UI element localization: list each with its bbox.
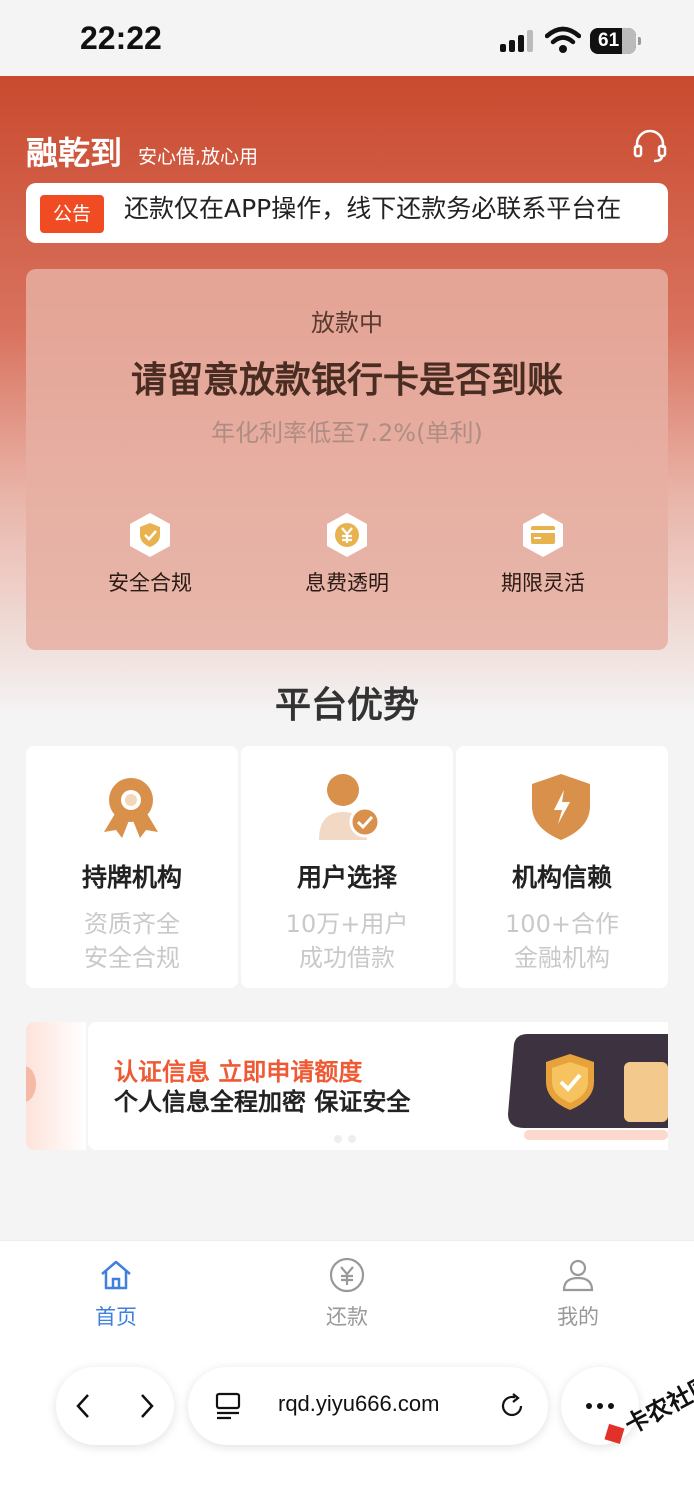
advantage-title: 持牌机构 — [81, 863, 182, 892]
tab-label: 我的 — [557, 1305, 599, 1329]
promo-subline: 个人信息全程加密 保证安全 — [114, 1088, 411, 1116]
advantage-desc: 100+合作 — [505, 910, 619, 938]
interest-rate-text: 年化利率低至7.2%(单利) — [211, 419, 483, 447]
loan-status-headline: 请留意放款银行卡是否到账 — [130, 360, 563, 401]
section-title-advantages: 平台优势 — [274, 685, 419, 726]
reload-icon[interactable] — [498, 1392, 526, 1420]
more-icon — [586, 1403, 614, 1409]
customer-service-icon[interactable] — [632, 128, 668, 164]
advantage-licensed: 持牌机构 资质齐全 安全合规 — [26, 746, 238, 988]
carousel-indicator — [334, 1128, 362, 1147]
feature-label: 安全合规 — [108, 571, 192, 595]
shield-illustration-icon — [508, 1034, 668, 1140]
yen-icon — [327, 513, 367, 557]
tab-mine[interactable]: 我的 — [518, 1257, 638, 1331]
user-icon — [562, 1259, 594, 1292]
feature-label: 息费透明 — [305, 571, 389, 595]
yen-circle-icon — [329, 1257, 365, 1293]
notice-tag: 公告 — [40, 195, 104, 233]
advantage-trusted: 机构信赖 100+合作 金融机构 — [456, 746, 668, 988]
promo-carousel[interactable]: 认证信息 立即申请额度 个人信息全程加密 保证安全 — [26, 1022, 668, 1150]
browser-url: rqd.yiyu666.com — [278, 1391, 440, 1416]
status-bar: 22:22 61 — [0, 0, 694, 76]
card-icon — [523, 513, 563, 557]
notice-bar[interactable]: 公告 还款仅在APP操作，线下还款务必联系平台在 — [26, 183, 668, 243]
user-check-icon — [319, 774, 381, 840]
advantage-desc: 成功借款 — [299, 944, 395, 972]
advantage-desc: 10万+用户 — [285, 910, 409, 938]
tabs-overview-icon[interactable] — [214, 1392, 242, 1420]
advantage-desc: 安全合规 — [84, 944, 180, 972]
notice-text: 还款仅在APP操作，线下还款务必联系平台在 — [124, 194, 622, 223]
tab-repay[interactable]: 还款 — [287, 1257, 407, 1331]
back-icon[interactable] — [74, 1391, 94, 1421]
prev-banner-slide — [26, 1022, 86, 1150]
medal-icon — [104, 778, 158, 838]
feature-compliance: 安全合规 — [80, 511, 220, 597]
loan-status-label: 放款中 — [311, 309, 383, 337]
browser-nav-group — [56, 1367, 174, 1445]
advantage-user-choice: 用户选择 10万+用户 成功借款 — [241, 746, 453, 988]
tab-label: 首页 — [95, 1305, 137, 1329]
advantage-title: 用户选择 — [296, 863, 397, 892]
advantage-desc: 资质齐全 — [84, 910, 180, 938]
feature-transparent-fees: 息费透明 — [277, 511, 417, 597]
loan-status-card: 放款中 请留意放款银行卡是否到账 年化利率低至7.2%(单利) 安全合规 息费透… — [26, 269, 668, 650]
shield-check-icon — [130, 513, 170, 557]
battery-icon: 61 — [590, 28, 641, 54]
tab-label: 还款 — [326, 1305, 368, 1329]
feature-flexible-term: 期限灵活 — [473, 511, 613, 597]
battery-level: 61 — [598, 30, 620, 51]
feature-label: 期限灵活 — [501, 571, 585, 595]
wifi-icon — [545, 26, 581, 53]
app-brand: 融乾到 — [26, 134, 123, 172]
promo-banner[interactable]: 认证信息 立即申请额度 个人信息全程加密 保证安全 — [88, 1022, 668, 1150]
status-time: 22:22 — [80, 20, 162, 56]
shield-bolt-icon — [532, 774, 590, 840]
home-icon — [101, 1260, 131, 1290]
browser-address-bar[interactable]: rqd.yiyu666.com — [188, 1367, 548, 1445]
tab-home[interactable]: 首页 — [56, 1257, 176, 1331]
advantage-desc: 金融机构 — [514, 944, 610, 972]
app-slogan: 安心借,放心用 — [138, 146, 259, 168]
forward-icon[interactable] — [136, 1391, 156, 1421]
cellular-signal-icon — [500, 30, 533, 52]
advantage-title: 机构信赖 — [511, 863, 612, 892]
